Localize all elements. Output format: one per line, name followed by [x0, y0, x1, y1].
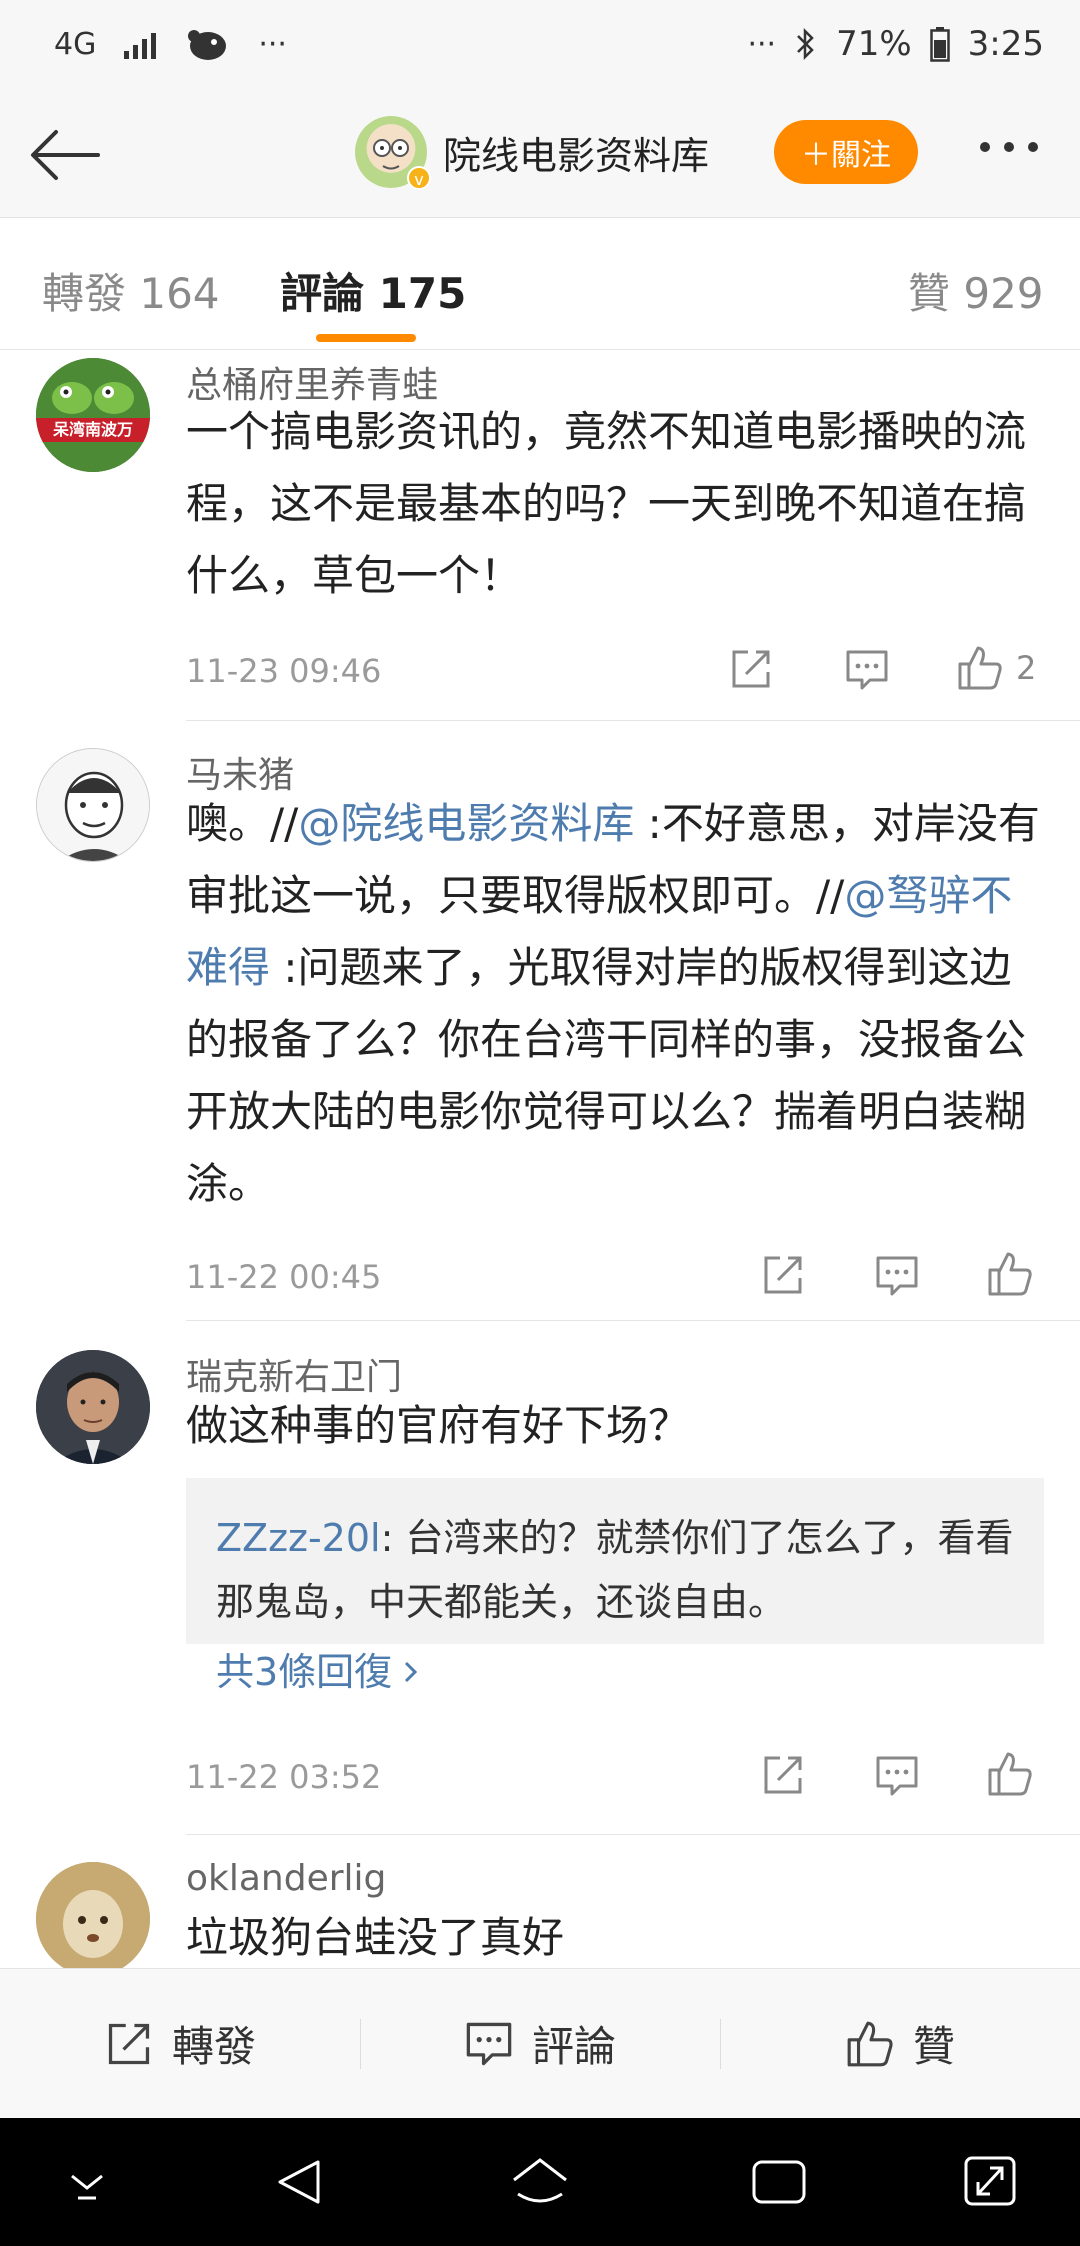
app-notification-icon: [188, 30, 227, 60]
active-tab-indicator: [316, 334, 416, 342]
account-header[interactable]: v 院线电影资料库: [355, 112, 709, 192]
thumbs-up-icon: [847, 2021, 893, 2066]
hide-keyboard-icon[interactable]: [62, 2164, 112, 2204]
bottom-action-bar: 轉發 評論 贊: [0, 1968, 1080, 2118]
system-nav-bar: [0, 2118, 1080, 2246]
repost-button[interactable]: 轉發: [0, 1969, 360, 2118]
commenter-avatar[interactable]: 呆湾南波万: [36, 358, 150, 472]
like-button[interactable]: 2: [956, 644, 1036, 692]
commenter-avatar[interactable]: [36, 1350, 150, 1464]
comment-divider: [186, 1320, 1080, 1321]
commenter-avatar[interactable]: [36, 1862, 150, 1968]
back-nav-icon[interactable]: [272, 2154, 328, 2210]
avatar-caption: 呆湾南波万: [52, 420, 133, 439]
comment-divider: [186, 720, 1080, 721]
like-button[interactable]: [986, 1250, 1046, 1298]
status-bar: 4G ··· ··· 71% 3:25: [0, 0, 1080, 88]
tab-repost[interactable]: 轉發 164: [42, 260, 220, 321]
like-button[interactable]: [986, 1750, 1046, 1798]
tab-comment[interactable]: 評論 175: [280, 260, 466, 321]
reply-icon[interactable]: [874, 1754, 920, 1798]
account-avatar[interactable]: v: [355, 116, 431, 190]
comment-text-part: :问题来了，光取得对岸的版权得到这边的报备了么？你在台湾干同样的事，没报备公开放…: [186, 943, 1027, 1208]
more-dots-icon[interactable]: [980, 142, 1038, 152]
comment-text-part: 噢。//: [186, 799, 299, 848]
comment-date: 11-22 03:52: [186, 1758, 382, 1796]
thumbs-up-icon: [988, 1252, 1032, 1296]
commenter-avatar[interactable]: [36, 748, 150, 862]
mention-link[interactable]: @院线电影资料库: [298, 799, 634, 848]
like-action-button[interactable]: 贊: [720, 1969, 1080, 2118]
recents-nav-icon[interactable]: [750, 2156, 808, 2208]
comment-actions-row: 11-22 03:52: [0, 1742, 1080, 1822]
comment-list[interactable]: 呆湾南波万 总桶府里养青蛙 一个搞电影资讯的，竟然不知道电影播映的流程，这不是最…: [0, 350, 1080, 1968]
clock: 3:25: [967, 24, 1044, 64]
comment-divider: [186, 1834, 1080, 1835]
reply-icon[interactable]: [844, 648, 890, 692]
view-replies-link[interactable]: 共3條回復: [216, 1640, 1014, 1704]
top-nav-bar: v 院线电影资料库 ＋關注: [0, 88, 1080, 218]
commenter-name[interactable]: oklanderlig: [186, 1858, 386, 1899]
view-replies-label: 共3條回復: [216, 1650, 393, 1694]
comment-button[interactable]: 評論: [360, 1969, 720, 2118]
reply-preview[interactable]: ZZzz-20l: 台湾来的？就禁你们了怎么了，看看那鬼岛，中天都能关，还谈自由…: [186, 1478, 1044, 1694]
battery-icon: [929, 27, 950, 62]
reply-text: ZZzz-20l: 台湾来的？就禁你们了怎么了，看看那鬼岛，中天都能关，还谈自由…: [216, 1506, 1014, 1634]
comment-text: 做这种事的官府有好下场？: [186, 1401, 691, 1450]
share-icon[interactable]: [728, 646, 774, 692]
comment-date: 11-23 09:46: [186, 652, 382, 690]
thumbs-up-icon: [988, 1752, 1032, 1796]
network-indicator: 4G: [54, 26, 97, 62]
comment-item: 马未猪 噢。//@院线电影资料库 :不好意思，对岸没有审批这一说，只要取得版权即…: [0, 722, 1080, 1322]
thumbs-up-icon: [958, 646, 1002, 690]
tab-bar: 轉發 164 評論 175 贊 929: [0, 218, 1080, 350]
share-icon[interactable]: [760, 1252, 806, 1298]
comment-text: 一个搞电影资讯的，竟然不知道电影播映的流程，这不是最基本的吗？一天到晚不知道在搞…: [186, 407, 1027, 600]
verified-badge-icon: v: [407, 166, 431, 190]
comment-text: 噢。//@院线电影资料库 :不好意思，对岸没有审批这一说，只要取得版权即可。//…: [186, 788, 1044, 1220]
bluetooth-icon: [797, 27, 814, 61]
repost-label: 轉發: [171, 2022, 256, 2071]
comment-date: 11-22 00:45: [186, 1258, 382, 1296]
comment-item: oklanderlig 垃圾狗台蛙没了真好: [0, 1836, 1080, 1968]
back-arrow-icon[interactable]: [26, 120, 106, 190]
tab-like[interactable]: 贊 929: [908, 260, 1044, 321]
rotate-screen-icon[interactable]: [962, 2152, 1018, 2210]
status-overflow: ···: [258, 26, 287, 62]
share-icon: [108, 2023, 150, 2064]
comment-icon: [466, 2022, 512, 2065]
share-icon[interactable]: [760, 1752, 806, 1798]
reply-icon[interactable]: [874, 1254, 920, 1298]
reply-author[interactable]: ZZzz-20l: [216, 1516, 381, 1560]
chevron-right-icon: [405, 1661, 418, 1683]
comment-text: 垃圾狗台蛙没了真好: [186, 1913, 565, 1962]
follow-button[interactable]: ＋關注: [774, 120, 918, 184]
comment-label: 評論: [531, 2022, 616, 2071]
battery-percent: 71%: [836, 24, 912, 64]
like-count: 2: [1016, 649, 1037, 687]
comment-item: 呆湾南波万 总桶府里养青蛙 一个搞电影资讯的，竟然不知道电影播映的流程，这不是最…: [0, 350, 1080, 722]
like-label: 贊: [912, 2022, 955, 2071]
account-name[interactable]: 院线电影资料库: [443, 125, 709, 180]
signal-icon: [124, 29, 157, 59]
status-overflow-right: ···: [747, 26, 777, 62]
home-nav-icon[interactable]: [508, 2154, 572, 2210]
